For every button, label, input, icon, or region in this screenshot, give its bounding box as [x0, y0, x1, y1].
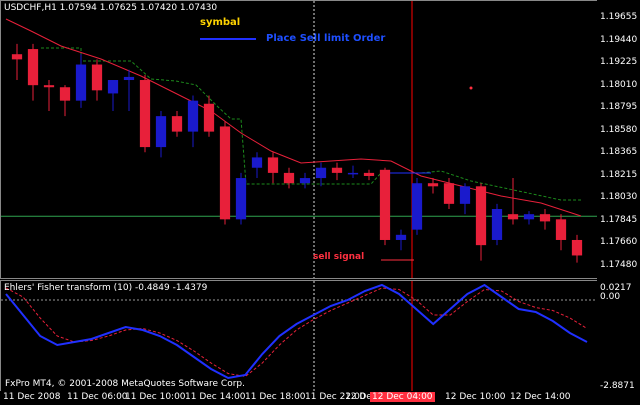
candle-body [187, 100, 199, 132]
candle-body [171, 116, 183, 132]
candle-body [427, 183, 439, 187]
fisher-signal-line [5, 287, 588, 378]
candle-body [571, 239, 583, 256]
price-axis-tick: 1.17660 [600, 237, 638, 247]
copyright-text: FxPro MT4, © 2001-2008 MetaQuotes Softwa… [5, 379, 245, 389]
candle-body [331, 167, 343, 173]
candle-body [43, 85, 55, 88]
indicator-axis-tick: -2.8871 [600, 381, 635, 391]
candle-body [235, 178, 247, 220]
price-axis-tick: 1.18365 [600, 147, 638, 157]
candle-body [523, 214, 535, 220]
candle-body [27, 49, 39, 86]
candle-body [91, 64, 103, 91]
candle-body [315, 167, 327, 179]
chart-window: USDCHF,H1 1.07594 1.07625 1.07420 1.0743… [0, 0, 640, 405]
candle-body [363, 172, 375, 176]
marker-dot [469, 86, 473, 90]
candle-body [59, 87, 71, 101]
indicator-pane[interactable]: Ehlers' Fisher transform (10) -0.4849 -1… [0, 280, 598, 393]
candle-body [539, 214, 551, 222]
candle-body [299, 178, 311, 184]
time-axis-tick: 11 Dec 18:00 [245, 392, 306, 402]
time-axis-tick: 11 Dec 2008 [3, 392, 61, 402]
sell-signal-label: sell signal [313, 252, 365, 262]
candle-body [251, 157, 263, 168]
candle-body [11, 54, 23, 60]
indicator-title: Ehlers' Fisher transform (10) -0.4849 -1… [4, 283, 208, 293]
candle-body [395, 234, 407, 240]
trend-dashed-line [41, 47, 581, 201]
candle-body [203, 103, 215, 132]
price-axis-tick: 1.19440 [600, 34, 638, 45]
price-axis-tick: 1.18030 [600, 192, 638, 202]
candle-body [347, 172, 359, 175]
candle-body [155, 116, 167, 148]
candle-body [555, 219, 567, 240]
time-axis-tick: 11 Dec 14:00 [185, 392, 246, 402]
candle-body [107, 80, 119, 94]
time-axis-tick: 11 Dec 06:00 [67, 392, 128, 402]
candle-body [123, 76, 135, 81]
price-axis-tick: 1.17480 [600, 259, 638, 270]
candle-body [475, 186, 487, 246]
price-chart-pane[interactable]: USDCHF,H1 1.07594 1.07625 1.07420 1.0743… [0, 0, 598, 279]
price-axis-tick: 1.18795 [600, 102, 638, 112]
candle-body [443, 183, 455, 204]
legend-symbol-label: symbal [200, 17, 241, 28]
price-axis-tick: 1.18215 [600, 169, 638, 180]
candle-body [139, 80, 151, 148]
time-axis-tick: 12 Dec 14:00 [510, 392, 571, 402]
candle-body [507, 214, 519, 220]
candle-body [267, 157, 279, 173]
indicator-axis-tick: 0.00 [600, 292, 621, 302]
price-axis: 1.19655 1.19440 1.19225 1.18010 1.18795 1.185… [597, 0, 640, 391]
time-axis: 11 Dec 2008 11 Dec 06:00 11 Dec 10:00 11 De… [0, 391, 640, 405]
price-axis-tick: 1.18580 [600, 124, 638, 135]
time-axis-tick: 12 Dec 10:00 [445, 392, 506, 402]
candle-body [219, 126, 231, 220]
fisher-chart [1, 281, 597, 392]
candle-body [75, 64, 87, 101]
candle-body [491, 209, 503, 240]
price-axis-tick: 1.18010 [600, 79, 638, 90]
candle-body [379, 169, 391, 240]
legend-order-label: Place Sell limit Order [266, 33, 386, 44]
time-axis-tick: 11 Dec 10:00 [125, 392, 186, 402]
chart-title: USDCHF,H1 1.07594 1.07625 1.07420 1.0743… [4, 3, 218, 13]
candle-body [459, 186, 471, 204]
candle-body [411, 183, 423, 230]
fisher-line [5, 283, 588, 380]
candle-body [283, 172, 295, 184]
price-axis-tick: 1.19655 [600, 12, 638, 22]
time-axis-cursor-label: 12 Dec 04:00 [370, 392, 435, 402]
price-axis-tick: 1.17845 [600, 214, 638, 225]
price-axis-tick: 1.19225 [600, 57, 638, 67]
